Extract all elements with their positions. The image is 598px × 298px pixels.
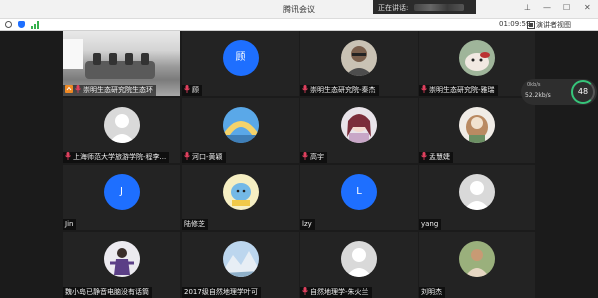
participant-tile[interactable]: 魏小岛已静音电脑没有话筒	[63, 232, 180, 298]
muted-mic-icon	[421, 152, 429, 161]
participant-avatar: J	[103, 173, 140, 210]
muted-mic-icon	[65, 152, 73, 161]
muted-mic-icon	[184, 152, 192, 161]
close-icon[interactable]: ✕	[584, 3, 591, 13]
participant-name: 崇明生态研究院-雅瑞	[429, 86, 495, 94]
participant-avatar: L	[341, 173, 377, 210]
cpu-gauge: 48	[571, 80, 595, 104]
shield-icon[interactable]	[18, 21, 25, 28]
participant-name-label: 陆修芝	[182, 219, 208, 230]
participant-tile[interactable]: 崇明生态研究院-雅瑞	[419, 31, 535, 96]
pin-icon[interactable]: ⊥	[524, 3, 531, 13]
participant-name: 刘明杰	[421, 288, 442, 296]
muted-mic-icon	[302, 152, 310, 161]
speaker-view-button[interactable]: 演讲者视图	[536, 20, 571, 30]
participant-name-label: 河口-黄颖	[182, 152, 226, 163]
participant-name-label: lzy	[300, 219, 315, 230]
participant-avatar	[459, 173, 495, 210]
app-title: 腾讯会议	[283, 5, 315, 14]
participant-avatar	[341, 241, 377, 277]
participant-name-label: 崇明生态研究院-雅瑞	[419, 85, 498, 96]
participant-name: 顾	[192, 86, 199, 94]
muted-mic-icon	[421, 85, 429, 94]
participant-name: lzy	[302, 220, 312, 228]
participant-name: 自然地理学-朱火兰	[310, 288, 369, 296]
participant-name: 2017级自然地理学叶可	[184, 288, 258, 296]
participant-name: 孟慧婕	[429, 153, 450, 161]
participant-avatar	[103, 106, 140, 143]
muted-mic-icon	[184, 85, 192, 94]
participant-tile[interactable]: 顾顾	[182, 31, 299, 96]
meeting-timer: 01:09:59	[499, 20, 531, 28]
participant-name-label: 高宇	[300, 152, 327, 163]
participant-name-label: 上海师范大学旅游学院-程李...	[63, 152, 170, 163]
participant-tile[interactable]: 崇明生态研究院生态环	[63, 31, 180, 96]
participant-avatar	[341, 39, 377, 76]
participant-tile[interactable]: J Jin	[63, 165, 180, 230]
participant-tile[interactable]: 孟慧婕	[419, 98, 535, 163]
participant-tile[interactable]: yang	[419, 165, 535, 230]
participant-tile[interactable]: 崇明生态研究院-秦杰	[300, 31, 418, 96]
participant-avatar: 顾	[222, 39, 259, 76]
participant-tile[interactable]: 自然地理学-朱火兰	[300, 232, 418, 298]
muted-mic-icon	[75, 85, 83, 94]
participant-name: 崇明生态研究院生态环	[83, 86, 153, 94]
participant-avatar	[222, 173, 259, 210]
participant-name: Jin	[65, 220, 74, 228]
participant-tile[interactable]: Llzy	[300, 165, 418, 230]
speaking-indicator: 正在讲话:	[373, 0, 476, 14]
participant-avatar	[222, 241, 259, 277]
signal-icon[interactable]	[31, 21, 39, 29]
participant-avatar	[341, 106, 377, 143]
meeting-toolbar: 01:09:59 演讲者视图	[0, 19, 598, 31]
participant-name: 高宇	[310, 153, 324, 161]
participant-tile[interactable]: 河口-黄颖	[182, 98, 299, 163]
participant-name: 上海师范大学旅游学院-程李...	[73, 153, 167, 161]
participant-name: 崇明生态研究院-秦杰	[310, 86, 376, 94]
participant-name-label: 孟慧婕	[419, 152, 453, 163]
participant-name-label: 刘明杰	[419, 287, 445, 298]
participant-avatar	[459, 241, 495, 277]
participant-avatar	[103, 241, 140, 277]
speaker-name-blurred	[414, 4, 465, 11]
minimize-icon[interactable]: —	[543, 3, 551, 13]
participant-name-label: Jin	[63, 219, 77, 230]
muted-mic-icon	[302, 85, 310, 94]
participant-grid: 崇明生态研究院生态环顾顾崇明生态研究院-秦杰 崇明生态研究院-雅瑞 上海师范大学旅游…	[63, 31, 535, 298]
participant-name: 魏小岛已静音电脑没有话筒	[65, 288, 149, 296]
network-widget[interactable]: 0kb/s 52.2kb/s 48	[521, 79, 597, 105]
participant-name-label: 魏小岛已静音电脑没有话筒	[63, 287, 152, 298]
participant-tile[interactable]: 陆修芝	[182, 165, 299, 230]
participant-name: yang	[421, 220, 439, 228]
participant-tile[interactable]: 高宇	[300, 98, 418, 163]
participant-avatar	[459, 106, 495, 143]
participant-tile[interactable]: 刘明杰	[419, 232, 535, 298]
muted-mic-icon	[302, 287, 310, 296]
title-bar: 腾讯会议 正在讲话: ⊥ — ☐ ✕	[0, 0, 598, 19]
participant-name: 河口-黄颖	[192, 153, 223, 161]
participant-tile[interactable]: 上海师范大学旅游学院-程李...	[63, 98, 180, 163]
participant-name-label: 崇明生态研究院生态环	[63, 85, 156, 96]
participant-avatar	[459, 39, 495, 76]
participant-name-label: 2017级自然地理学叶可	[182, 287, 261, 298]
maximize-icon[interactable]: ☐	[563, 3, 570, 13]
speaker-view-icon[interactable]	[527, 21, 535, 29]
participant-name-label: yang	[419, 219, 442, 230]
participant-name-label: 自然地理学-朱火兰	[300, 287, 372, 298]
info-icon[interactable]	[5, 21, 12, 28]
participant-name: 陆修芝	[184, 220, 205, 228]
download-speed: 52.2kb/s	[525, 92, 551, 99]
upload-speed: 0kb/s	[527, 82, 541, 88]
speaking-label: 正在讲话:	[378, 4, 409, 12]
participant-name-label: 崇明生态研究院-秦杰	[300, 85, 379, 96]
participant-tile[interactable]: 2017级自然地理学叶可	[182, 232, 299, 298]
participant-avatar	[222, 106, 259, 143]
participant-name-label: 顾	[182, 85, 202, 96]
share-icon	[65, 85, 73, 93]
